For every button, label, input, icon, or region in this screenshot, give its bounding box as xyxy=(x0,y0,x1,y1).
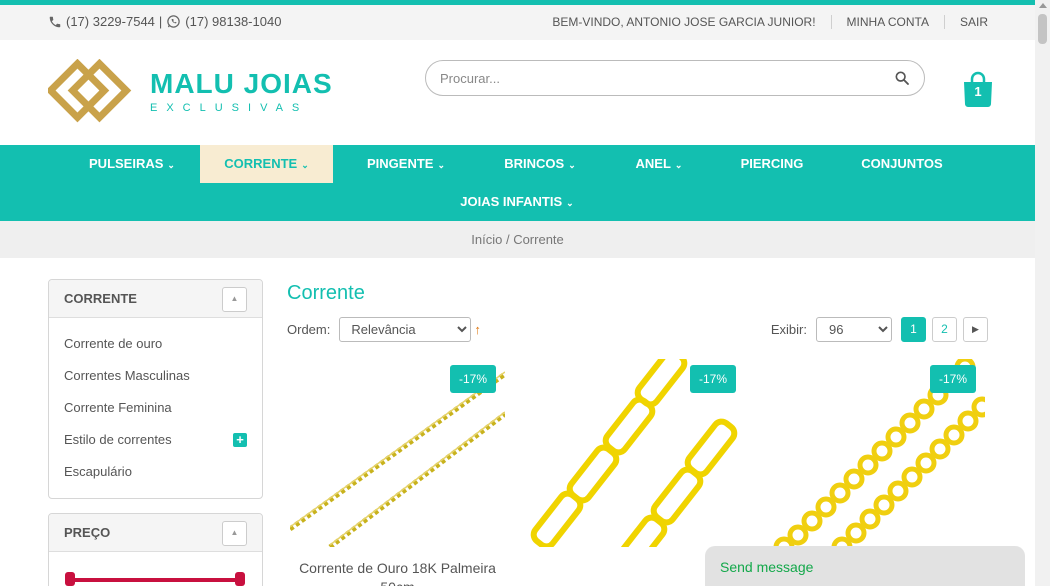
category-item-estilo-de-correntes[interactable]: Estilo de correntes + xyxy=(64,424,247,456)
discount-badge: -17% xyxy=(690,365,736,393)
logout-link[interactable]: SAIR xyxy=(943,15,988,29)
category-panel: CORRENTE ▲ Corrente de ouro Correntes Ma… xyxy=(48,279,263,499)
category-list: Corrente de ouro Correntes Masculinas Co… xyxy=(49,318,262,498)
page-title: Corrente xyxy=(287,282,365,304)
nav-item-pulseiras[interactable]: PULSEIRAS ⌄ xyxy=(78,145,186,183)
whatsapp-number[interactable]: (17) 98138-1040 xyxy=(185,14,281,29)
sort-controls: Ordem: Relevância ↑ xyxy=(287,317,481,342)
chevron-up-icon: ▲ xyxy=(230,528,239,537)
discount-badge: -17% xyxy=(930,365,976,393)
collapse-toggle-button[interactable]: ▲ xyxy=(222,521,247,546)
logo-sub-text: EXCLUSIVAS xyxy=(150,102,309,114)
category-item-label: Corrente de ouro xyxy=(64,336,163,351)
nav-item-anel[interactable]: ANEL ⌄ xyxy=(620,145,698,183)
nav-item-piercing[interactable]: PIERCING xyxy=(728,145,816,183)
breadcrumb-separator: / xyxy=(505,232,510,247)
top-bar: (17) 3229-7544 | (17) 98138-1040 BEM-VIN… xyxy=(0,5,1035,40)
order-select[interactable]: Relevância xyxy=(339,317,472,342)
breadcrumb-current: Corrente xyxy=(513,232,564,247)
price-panel-header: PREÇO ▲ xyxy=(49,514,262,552)
phone-number[interactable]: (17) 3229-7544 xyxy=(66,14,155,29)
category-item-corrente-feminina[interactable]: Corrente Feminina xyxy=(64,392,247,424)
scrollbar-thumb[interactable] xyxy=(1038,14,1047,44)
nav-label: CORRENTE xyxy=(224,156,298,171)
price-range-track xyxy=(69,578,241,582)
pagination-controls: Exibir: 96 1 2 ▶ xyxy=(771,317,988,342)
chevron-down-icon: ⌄ xyxy=(167,160,175,170)
breadcrumb: Início / Corrente xyxy=(0,221,1035,258)
chat-label: Send message xyxy=(720,559,814,575)
chevron-up-icon: ▲ xyxy=(230,294,239,303)
logo-text: MALU JOIAS EXCLUSIVAS xyxy=(150,68,333,115)
logo-main-text: MALU JOIAS xyxy=(150,68,333,99)
page-scrollbar[interactable] xyxy=(1035,0,1050,586)
nav-label: BRINCOS xyxy=(504,156,565,171)
scroll-up-arrow-icon[interactable] xyxy=(1039,3,1047,8)
category-panel-header: CORRENTE ▲ xyxy=(49,280,262,318)
order-label: Ordem: xyxy=(287,322,331,337)
nav-item-pingente[interactable]: PINGENTE ⌄ xyxy=(354,145,458,183)
send-message-chat-button[interactable]: Send message xyxy=(705,546,1025,586)
nav-item-corrente[interactable]: CORRENTE ⌄ xyxy=(200,145,333,183)
next-page-icon[interactable]: ▶ xyxy=(963,317,988,342)
logo[interactable]: MALU JOIAS EXCLUSIVAS xyxy=(48,59,333,125)
discount-badge: -17% xyxy=(450,365,496,393)
show-label: Exibir: xyxy=(770,322,807,337)
contact-info: (17) 3229-7544 | (17) 98138-1040 xyxy=(48,14,281,29)
collapse-toggle-button[interactable]: ▲ xyxy=(222,287,247,312)
category-item-label: Escapulário xyxy=(64,464,132,479)
whatsapp-icon xyxy=(167,15,181,28)
category-item-corrente-de-ouro[interactable]: Corrente de ouro xyxy=(64,328,247,360)
per-page-select[interactable]: 96 xyxy=(816,317,892,342)
search-input[interactable] xyxy=(440,70,894,86)
nav-label: PULSEIRAS xyxy=(89,156,164,171)
price-panel-title: PREÇO xyxy=(64,525,111,540)
page-button-2[interactable]: 2 xyxy=(932,317,957,342)
contact-separator: | xyxy=(158,14,163,29)
product-name[interactable]: Corrente de Ouro 18K Palmeira 50cm xyxy=(290,559,505,586)
page-button-1[interactable]: 1 xyxy=(901,317,926,342)
nav-label: ANEL xyxy=(635,156,671,171)
price-range-slider[interactable] xyxy=(65,572,245,586)
nav-label: JOIAS INFANTIS xyxy=(460,194,563,209)
account-links: BEM-VINDO, ANTONIO JOSE GARCIA JUNIOR! M… xyxy=(552,15,988,29)
price-panel: PREÇO ▲ xyxy=(48,513,263,586)
category-item-correntes-masculinas[interactable]: Correntes Masculinas xyxy=(64,360,247,392)
nav-label: PIERCING xyxy=(740,156,804,171)
category-item-escapulario[interactable]: Escapulário xyxy=(64,456,247,488)
site-header: MALU JOIAS EXCLUSIVAS 1 xyxy=(0,40,1035,145)
chevron-down-icon: ⌄ xyxy=(568,160,576,170)
phone-icon xyxy=(49,16,61,27)
price-max-handle[interactable] xyxy=(235,572,245,586)
chevron-down-icon: ⌄ xyxy=(301,160,309,170)
logo-mark-icon xyxy=(48,59,132,123)
chevron-down-icon: ⌄ xyxy=(437,160,445,170)
my-account-link[interactable]: MINHA CONTA xyxy=(830,15,944,29)
price-min-handle[interactable] xyxy=(65,572,75,586)
chevron-down-icon: ⌄ xyxy=(674,160,683,170)
category-item-label: Corrente Feminina xyxy=(64,400,172,415)
cart-button[interactable]: 1 xyxy=(961,70,995,108)
nav-item-joias-infantis[interactable]: JOIAS INFANTIS ⌄ xyxy=(452,183,582,221)
search-icon[interactable] xyxy=(894,70,910,86)
nav-item-conjuntos[interactable]: CONJUNTOS xyxy=(852,145,952,183)
category-item-label: Correntes Masculinas xyxy=(64,368,190,383)
nav-label: PINGENTE xyxy=(366,156,434,171)
nav-item-brincos[interactable]: BRINCOS ⌄ xyxy=(490,145,590,183)
category-panel-title: CORRENTE xyxy=(64,291,137,306)
expand-plus-icon[interactable]: + xyxy=(233,433,247,447)
nav-label: CONJUNTOS xyxy=(861,156,943,171)
sort-direction-arrow-icon[interactable]: ↑ xyxy=(474,322,481,337)
chevron-down-icon: ⌄ xyxy=(566,198,574,208)
cart-count: 1 xyxy=(974,84,982,99)
category-item-label: Estilo de correntes xyxy=(64,432,172,447)
welcome-text: BEM-VINDO, ANTONIO JOSE GARCIA JUNIOR! xyxy=(552,15,816,29)
main-nav: PULSEIRAS ⌄ CORRENTE ⌄ PINGENTE ⌄ BRINCOS ⌄ … xyxy=(0,145,1035,221)
search-box xyxy=(425,60,925,96)
breadcrumb-home[interactable]: Início xyxy=(471,232,502,247)
